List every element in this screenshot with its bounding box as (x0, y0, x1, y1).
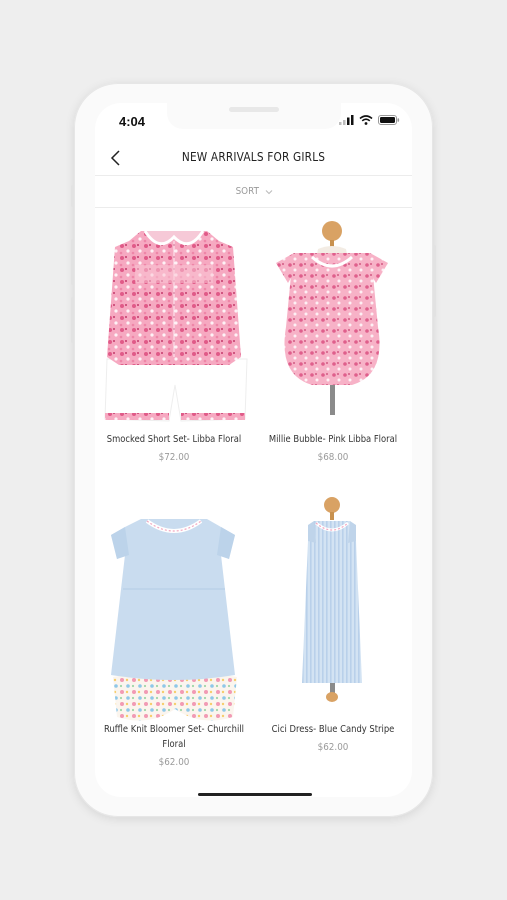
status-icons (339, 115, 400, 125)
product-name[interactable]: Cici Dress- Blue Candy Stripe (257, 722, 410, 737)
product-card[interactable]: Smocked Short Set- Libba Floral $72.00 (95, 207, 253, 465)
product-image (276, 221, 388, 415)
product-card[interactable]: Millie Bubble- Pink Libba Floral $68.00 (254, 207, 412, 465)
product-image (104, 230, 248, 422)
product-image (302, 497, 362, 702)
product-name[interactable]: Smocked Short Set- Libba Floral (98, 432, 251, 447)
chevron-down-icon (265, 189, 273, 194)
product-card[interactable]: Cici Dress- Blue Candy Stripe $62.00 (254, 497, 412, 755)
phone-frame: 4:04 NEW ARRIVALS FOR GIRLS SORT Smocked… (71, 83, 436, 817)
sort-button[interactable]: SORT (95, 176, 412, 208)
volume-up-button (71, 239, 74, 285)
product-name[interactable]: Ruffle Knit Bloomer Set- Churchill Flora… (98, 722, 251, 752)
screen: 4:04 NEW ARRIVALS FOR GIRLS SORT Smocked… (95, 103, 412, 797)
status-time: 4:04 (119, 114, 146, 129)
home-indicator[interactable] (198, 793, 312, 796)
wifi-icon (359, 115, 373, 125)
silent-switch (71, 185, 74, 207)
sort-label: SORT (235, 186, 259, 197)
product-name[interactable]: Millie Bubble- Pink Libba Floral (257, 432, 410, 447)
page-title: NEW ARRIVALS FOR GIRLS (181, 150, 326, 164)
power-button (433, 245, 436, 317)
product-price: $68.00 (317, 452, 349, 463)
volume-down-button (71, 297, 74, 343)
signal-icon (339, 115, 354, 125)
product-price: $72.00 (158, 452, 190, 463)
nav-header: NEW ARRIVALS FOR GIRLS (95, 139, 412, 176)
product-card[interactable]: Ruffle Knit Bloomer Set- Churchill Flora… (95, 497, 253, 770)
speaker (229, 107, 279, 112)
product-price: $62.00 (317, 742, 349, 753)
product-image (111, 519, 237, 721)
notch (167, 103, 341, 129)
product-price: $62.00 (158, 757, 190, 768)
battery-icon (378, 115, 400, 125)
